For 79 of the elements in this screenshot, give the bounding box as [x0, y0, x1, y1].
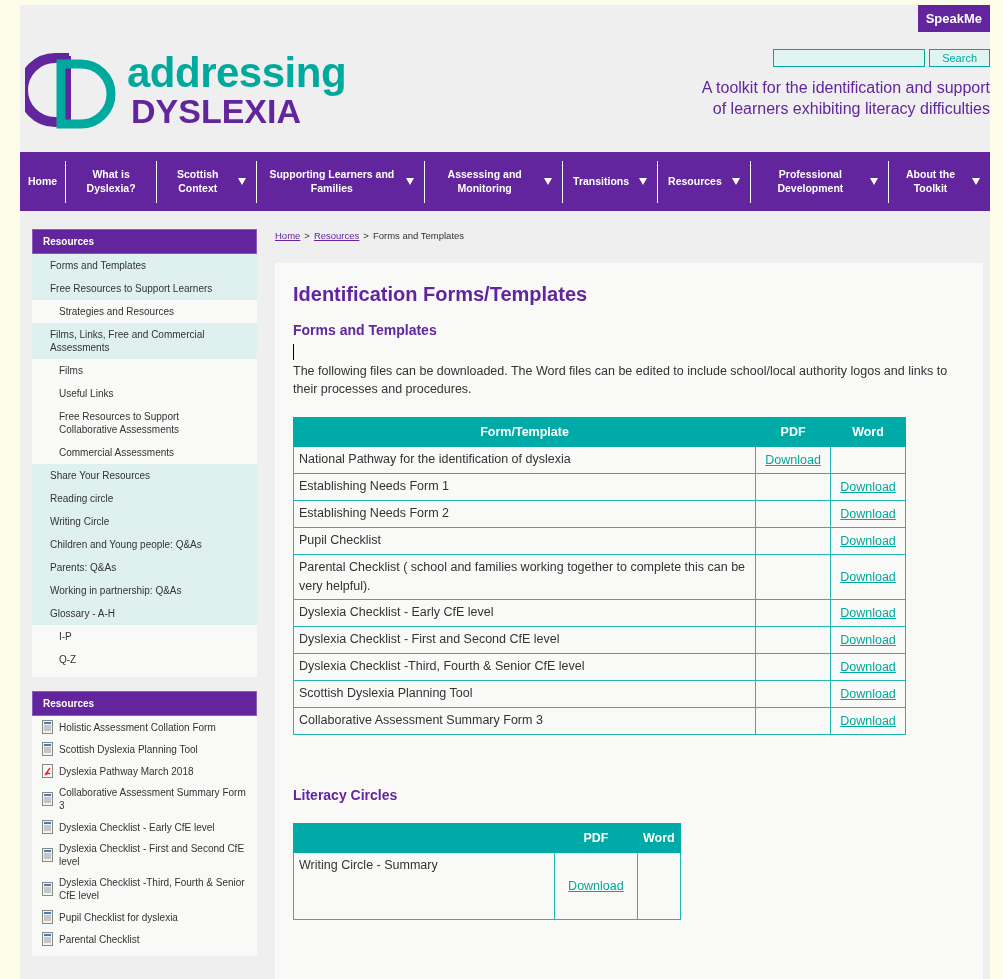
nav-link[interactable]: Transitions — [573, 174, 648, 189]
document-icon — [42, 932, 53, 946]
table-cell: Collaborative Assessment Summary Form 3 — [293, 707, 756, 734]
speakme-button[interactable]: SpeakMe — [917, 5, 990, 32]
table-cell: Establishing Needs Form 1 — [293, 473, 756, 501]
document-icon — [42, 792, 53, 806]
column-header: PDF — [554, 823, 638, 852]
sidebar-item[interactable]: Free Resources to Support Learners — [32, 277, 257, 300]
document-icon — [42, 820, 53, 834]
resource-link[interactable]: Collaborative Assessment Summary Form 3 — [59, 786, 247, 812]
document-icon — [42, 742, 53, 756]
resource-link[interactable]: Scottish Dyslexia Planning Tool — [59, 742, 198, 756]
nav-link[interactable]: Home — [28, 174, 58, 189]
sidebar-item[interactable]: Forms and Templates — [32, 254, 257, 277]
nav-link[interactable]: About the Toolkit — [899, 167, 980, 196]
sidebar-item[interactable]: Reading circle — [32, 487, 257, 510]
section-heading: Forms and Templates — [293, 322, 438, 338]
tagline-text: of learners exhibiting literacy difficulties — [712, 99, 990, 119]
text-cursor — [293, 344, 294, 360]
column-header: Form/Template — [293, 417, 756, 447]
nav-link[interactable]: Professional Development — [760, 167, 878, 196]
table-cell: Dyslexia Checklist - First and Second CfE level — [293, 626, 756, 653]
table-cell: Writing Circle - Summary — [293, 852, 555, 919]
document-icon — [42, 848, 53, 862]
sidebar-item[interactable]: Parents: Q&As — [32, 556, 257, 579]
sidebar-item[interactable]: Glossary - A-H — [32, 602, 257, 625]
sidebar-item[interactable]: Films, Links, Free and Commercial Assessments — [32, 323, 257, 359]
tagline-text: A toolkit for the identification and support — [701, 78, 990, 98]
logo-wordmark-subtitle: DYSLEXIA — [131, 94, 302, 128]
document-icon — [42, 910, 53, 924]
resources-title: Resources — [32, 691, 257, 716]
resource-link[interactable]: Pupil Checklist for dyslexia — [59, 910, 178, 924]
resource-link[interactable]: Dyslexia Pathway March 2018 — [59, 764, 194, 778]
dropdown-arrow-icon — [639, 178, 648, 185]
resource-link[interactable]: Dyslexia Checklist -Third, Fourth & Senior CfE level — [59, 876, 247, 902]
document-icon — [42, 882, 53, 896]
dropdown-arrow-icon — [238, 178, 247, 185]
intro-paragraph: The following files can be downloaded. The Word files can be edited to include school/local authority logos and links to their processes and procedures. — [293, 363, 949, 398]
breadcrumb-current: Forms and Templates — [372, 230, 465, 243]
sidebar-item[interactable]: Share Your Resources — [32, 464, 257, 487]
column-header: Word — [830, 417, 906, 447]
dropdown-arrow-icon — [972, 178, 980, 185]
table-cell: Scottish Dyslexia Planning Tool — [293, 680, 756, 707]
breadcrumb-separator: > — [304, 230, 310, 243]
nav-link[interactable]: What is Dyslexia? — [76, 167, 147, 196]
sidebar-title: Resources — [32, 229, 257, 254]
pdf-document-icon — [42, 764, 53, 778]
nav-link[interactable]: Supporting Learners and Families — [267, 167, 415, 196]
column-header: PDF — [755, 417, 831, 447]
dropdown-arrow-icon — [544, 178, 553, 185]
logo-wordmark: addressing — [127, 52, 347, 94]
section-heading: Literacy Circles — [293, 786, 399, 803]
nav-link[interactable]: Assessing and Monitoring — [435, 167, 553, 196]
dropdown-arrow-icon — [406, 178, 415, 185]
table-cell: National Pathway for the identification of dyslexia — [293, 446, 756, 474]
sidebar-item[interactable]: Writing Circle — [32, 510, 257, 533]
nav-link[interactable]: Scottish Context — [167, 167, 247, 196]
logo-icon — [25, 53, 116, 129]
dropdown-arrow-icon — [870, 178, 878, 185]
table-cell: Parental Checklist ( school and families working together to complete this can be very helpful). — [293, 554, 756, 599]
breadcrumb-separator: > — [363, 230, 369, 243]
table-cell: Pupil Checklist — [293, 527, 756, 555]
sidebar-item[interactable]: Working in partnership: Q&As — [32, 579, 257, 602]
search-field[interactable] — [773, 49, 926, 67]
table-cell: Dyslexia Checklist - Early CfE level — [293, 599, 756, 626]
table-cell: Dyslexia Checklist -Third, Fourth & Senior CfE level — [293, 653, 756, 680]
breadcrumb-link[interactable]: Resources — [313, 230, 360, 263]
column-header: Word — [637, 823, 681, 852]
page-title: Identification Forms/Templates — [293, 283, 589, 306]
breadcrumb-link[interactable]: Home — [275, 230, 301, 263]
resource-link[interactable]: Parental Checklist — [59, 932, 140, 946]
table-cell: Establishing Needs Form 2 — [293, 500, 756, 528]
document-icon — [42, 720, 53, 734]
resource-link[interactable]: Dyslexia Checklist - Early CfE level — [59, 820, 215, 834]
nav-link[interactable]: Resources — [668, 174, 740, 189]
sidebar-item[interactable]: Children and Young people: Q&As — [32, 533, 257, 556]
resource-link[interactable]: Holistic Assessment Collation Form — [59, 720, 216, 734]
resource-link[interactable]: Dyslexia Checklist - First and Second CfE level — [59, 842, 247, 868]
dropdown-arrow-icon — [731, 178, 740, 185]
